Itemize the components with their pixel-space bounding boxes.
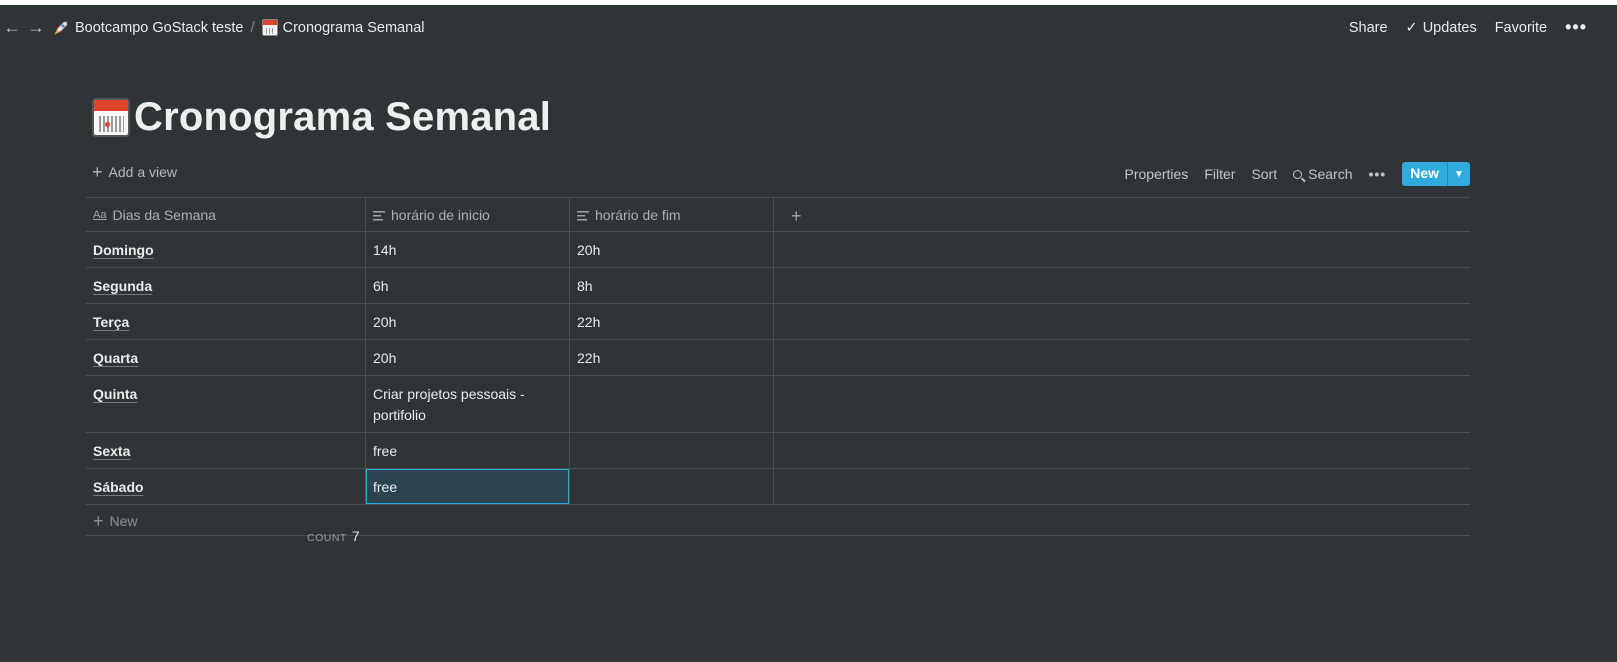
database-table: Aa Dias da Semana horário de inicio horá… (86, 197, 1470, 536)
cell-dia[interactable]: Quinta (86, 376, 365, 432)
cell-fim[interactable]: 22h (569, 304, 773, 339)
cell-fim[interactable] (569, 376, 773, 432)
new-row[interactable]: + New (86, 505, 1470, 536)
cell-inicio[interactable]: free (365, 433, 569, 468)
cell-fim[interactable]: 8h (569, 268, 773, 303)
cell-inicio[interactable]: 6h (365, 268, 569, 303)
column-label: horário de fim (595, 207, 681, 223)
new-row-label: New (109, 513, 138, 529)
table-row[interactable]: Terça 20h 22h (86, 304, 1470, 340)
cell-fim[interactable] (569, 433, 773, 468)
cell-empty (773, 433, 1470, 468)
cell-empty (773, 469, 1470, 504)
toolbar-actions: Properties Filter Sort Search ••• New ▼ (1125, 162, 1470, 186)
cell-fim[interactable] (569, 469, 773, 504)
sort-button[interactable]: Sort (1251, 166, 1277, 182)
updates-label: Updates (1422, 19, 1477, 36)
column-header-fim[interactable]: horário de fim (569, 198, 773, 231)
cell-empty (773, 232, 1470, 267)
table-row[interactable]: Sábado free (86, 469, 1470, 505)
share-button[interactable]: Share (1349, 20, 1388, 36)
search-button[interactable]: Search (1293, 166, 1352, 182)
topbar: ← → Bootcampo GoStack teste / Cronograma… (0, 5, 1617, 50)
cell-inicio-selected[interactable]: free (365, 469, 569, 504)
breadcrumb-workspace[interactable]: Bootcampo GoStack teste (48, 19, 247, 37)
cell-inicio[interactable]: 20h (365, 304, 569, 339)
count-footer[interactable]: COUNT 7 (307, 528, 360, 544)
check-icon: ✓ (1405, 19, 1418, 36)
add-view-button[interactable]: + Add a view (92, 162, 177, 182)
cell-empty (773, 340, 1470, 375)
rocket-icon (52, 19, 70, 37)
cell-dia[interactable]: Sexta (86, 433, 365, 468)
breadcrumb-separator: / (250, 19, 255, 36)
cell-empty (773, 304, 1470, 339)
add-column-plus-icon[interactable]: + (781, 207, 802, 225)
plus-icon: + (92, 162, 103, 182)
add-view-label: Add a view (108, 164, 177, 180)
cell-dia[interactable]: Domingo (86, 232, 365, 267)
database-toolbar: + Add a view Properties Filter Sort Sear… (86, 160, 1470, 188)
cell-dia[interactable]: Sábado (86, 469, 365, 504)
cell-inicio[interactable]: 14h (365, 232, 569, 267)
new-row-button[interactable]: + New (86, 505, 145, 535)
new-button[interactable]: New ▼ (1402, 162, 1470, 186)
add-column-cell: + (773, 198, 1470, 231)
cell-inicio[interactable]: Criar projetos pessoais - portifolio (365, 376, 569, 432)
favorite-button[interactable]: Favorite (1495, 20, 1547, 36)
table-header-row: Aa Dias da Semana horário de inicio horá… (86, 198, 1470, 232)
cell-inicio[interactable]: 20h (365, 340, 569, 375)
title-aa-icon: Aa (93, 209, 107, 221)
calendar-icon (261, 19, 278, 36)
plus-icon: + (93, 511, 104, 531)
table-row[interactable]: Segunda 6h 8h (86, 268, 1470, 304)
column-label: Dias da Semana (112, 207, 216, 223)
column-header-inicio[interactable]: horário de inicio (365, 198, 569, 231)
table-row[interactable]: Quinta Criar projetos pessoais - portifo… (86, 376, 1470, 433)
search-label: Search (1308, 166, 1353, 182)
topbar-actions: Share ✓ Updates Favorite ••• (1349, 5, 1587, 50)
calendar-icon[interactable] (92, 98, 130, 137)
new-button-label: New (1410, 165, 1439, 181)
table-row[interactable]: Domingo 14h 20h (86, 232, 1470, 268)
cell-fim[interactable]: 20h (569, 232, 773, 267)
count-label: COUNT (307, 532, 347, 544)
cell-dia[interactable]: Segunda (86, 268, 365, 303)
column-label: horário de inicio (391, 207, 490, 223)
filter-button[interactable]: Filter (1204, 166, 1235, 182)
updates-button[interactable]: ✓ Updates (1406, 20, 1477, 36)
cell-fim[interactable]: 22h (569, 340, 773, 375)
cell-empty (773, 376, 1470, 432)
page-header: Cronograma Semanal (92, 95, 551, 140)
page-title[interactable]: Cronograma Semanal (134, 95, 551, 140)
column-header-dias[interactable]: Aa Dias da Semana (86, 198, 365, 231)
cell-empty (773, 268, 1470, 303)
count-value: 7 (351, 528, 360, 544)
arrow-right-icon[interactable]: → (24, 16, 48, 40)
properties-button[interactable]: Properties (1125, 166, 1189, 182)
table-row[interactable]: Sexta free (86, 433, 1470, 469)
breadcrumb-label: Cronograma Semanal (282, 19, 425, 36)
table-row[interactable]: Quarta 20h 22h (86, 340, 1470, 376)
more-options-icon[interactable]: ••• (1565, 17, 1587, 38)
arrow-left-icon[interactable]: ← (0, 16, 24, 40)
search-icon (1293, 169, 1303, 179)
more-options-icon[interactable]: ••• (1368, 166, 1386, 182)
breadcrumb-page[interactable]: Cronograma Semanal (258, 19, 429, 36)
text-lines-icon (577, 210, 589, 221)
text-lines-icon (373, 210, 385, 221)
cell-dia[interactable]: Terça (86, 304, 365, 339)
breadcrumb-label: Bootcampo GoStack teste (75, 19, 244, 36)
cell-dia[interactable]: Quarta (86, 340, 365, 375)
chevron-down-icon[interactable]: ▼ (1447, 162, 1470, 186)
